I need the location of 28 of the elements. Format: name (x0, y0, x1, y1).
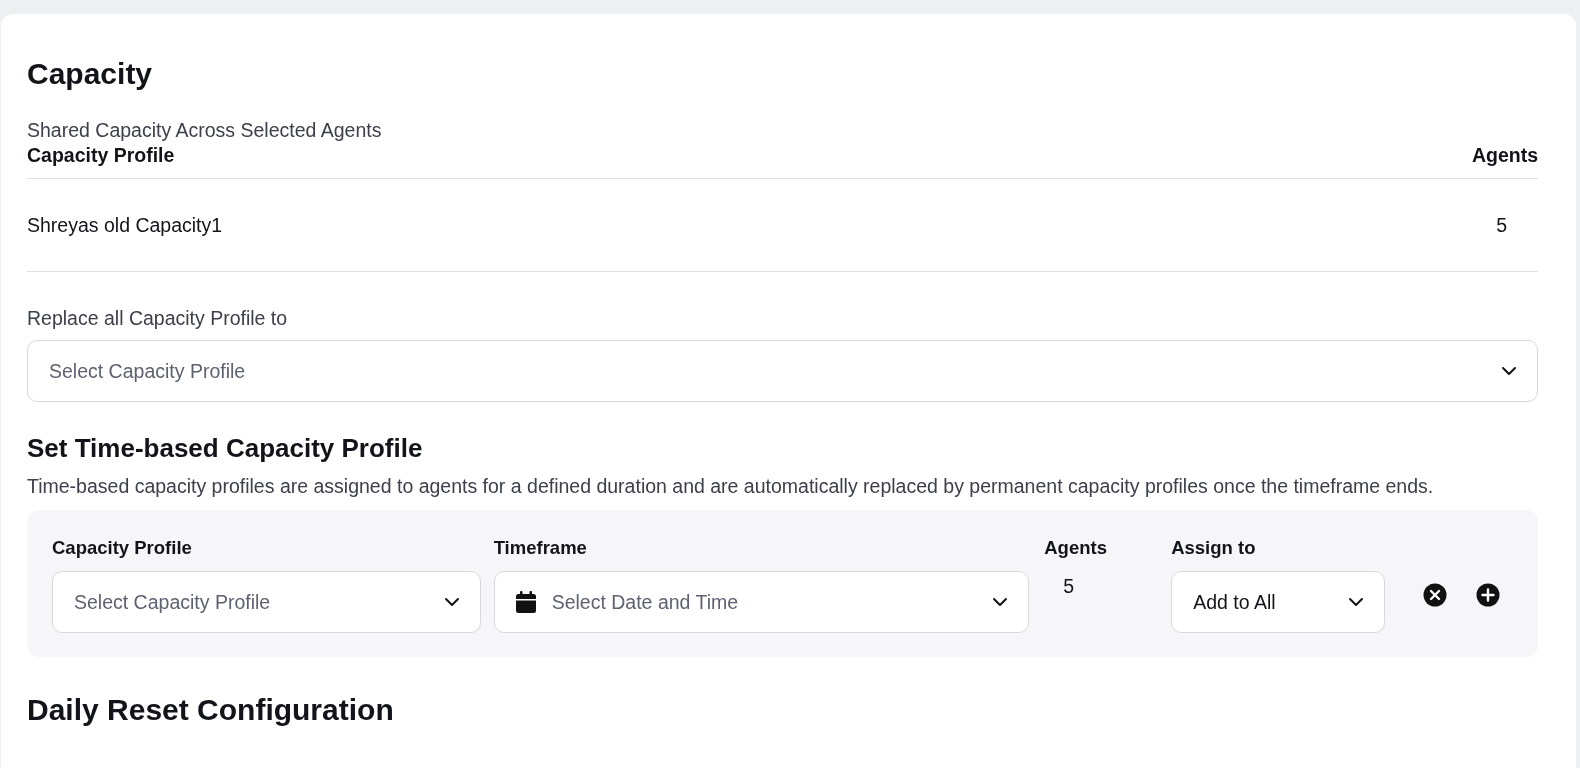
close-circle-icon (1423, 583, 1447, 607)
chevron-down-icon (1501, 366, 1517, 376)
add-button[interactable] (1476, 583, 1500, 607)
chevron-down-icon (992, 597, 1009, 607)
plus-circle-icon (1476, 583, 1500, 607)
table-cell-text: 5 (1496, 213, 1508, 237)
capacity-profile-dropdown[interactable]: Select Capacity Profile (27, 340, 1538, 402)
section-description: Time-based capacity profiles are assigned to agents for a defined duration and are automatically replaced by permanent capacity profiles once the timeframe ends. (27, 474, 1435, 499)
assign-to-dropdown[interactable]: Add to All (1171, 571, 1385, 633)
remove-button[interactable] (1423, 583, 1447, 607)
calendar-icon (515, 591, 536, 613)
capacity-profile-dropdown[interactable]: Select Capacity Profile (52, 571, 481, 633)
chevron-down-icon (443, 597, 460, 607)
field-label: Timeframe (493, 536, 588, 560)
date-time-picker[interactable]: Select Date and Time (493, 571, 1030, 633)
section-caption: Shared Capacity Across Selected Agents (27, 118, 383, 142)
field-label: Capacity Profile (52, 536, 193, 560)
table-cell: Shreyas old Capacity1 (27, 213, 223, 237)
field-label: Replace all Capacity Profile to (27, 306, 289, 330)
field-label: Assign to (1171, 536, 1257, 560)
column-header: Capacity Profile (27, 143, 175, 167)
field-label: Agents (1044, 536, 1108, 560)
section-heading: Set Time-based Capacity Profile (27, 432, 424, 464)
section-heading: Daily Reset Configuration (27, 692, 395, 728)
column-header: Agents (1471, 143, 1538, 167)
chevron-down-icon (1348, 597, 1364, 607)
page-title: Capacity (27, 56, 154, 92)
agents-count: 5 (1062, 574, 1076, 598)
